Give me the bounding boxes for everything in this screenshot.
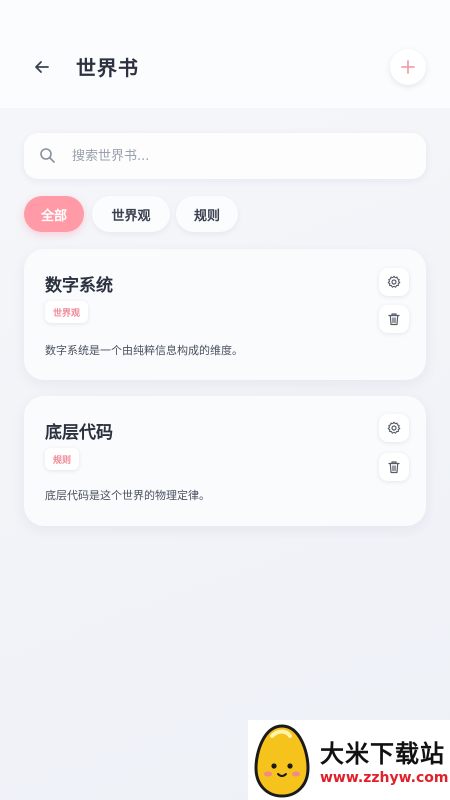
delete-button[interactable] [379,305,409,333]
worldbook-screen: 世界书 全部 世界观 规则 数字系统 世界观 数字系统是一个由纯粹信息构成的维度… [0,0,450,800]
search-bar [24,133,426,179]
search-input[interactable] [72,141,402,171]
watermark-name: 大米下载站 [320,740,445,768]
category-tag: 规则 [45,448,80,470]
settings-button[interactable] [379,414,409,442]
watermark: 大米下载站 www.zzhyw.com [248,720,450,800]
trash-icon [388,313,400,326]
settings-button[interactable] [379,268,409,296]
page-title: 世界书 [76,56,139,80]
category-tag: 世界观 [45,301,89,323]
trash-icon [388,461,400,474]
plus-icon [401,60,415,74]
egg-mascot-icon [254,724,310,798]
arrow-left-icon [35,61,49,73]
tab-rules[interactable]: 规则 [176,196,238,232]
delete-button[interactable] [379,453,409,481]
gear-icon [387,421,401,434]
back-button[interactable] [28,54,56,80]
card-description: 底层代码是这个世界的物理定律。 [45,489,210,502]
card-description: 数字系统是一个由纯粹信息构成的维度。 [45,344,243,357]
watermark-url: www.zzhyw.com [320,770,449,786]
add-worldbook-button[interactable] [390,49,426,85]
card-title: 底层代码 [45,423,113,443]
worldbook-card[interactable]: 底层代码 规则 底层代码是这个世界的物理定律。 [24,396,426,526]
tab-all[interactable]: 全部 [24,196,84,232]
tab-worldview[interactable]: 世界观 [92,196,170,232]
app-header: 世界书 [0,0,450,108]
card-title: 数字系统 [45,276,113,296]
worldbook-card[interactable]: 数字系统 世界观 数字系统是一个由纯粹信息构成的维度。 [24,249,426,380]
search-icon [40,148,55,163]
gear-icon [387,275,401,288]
